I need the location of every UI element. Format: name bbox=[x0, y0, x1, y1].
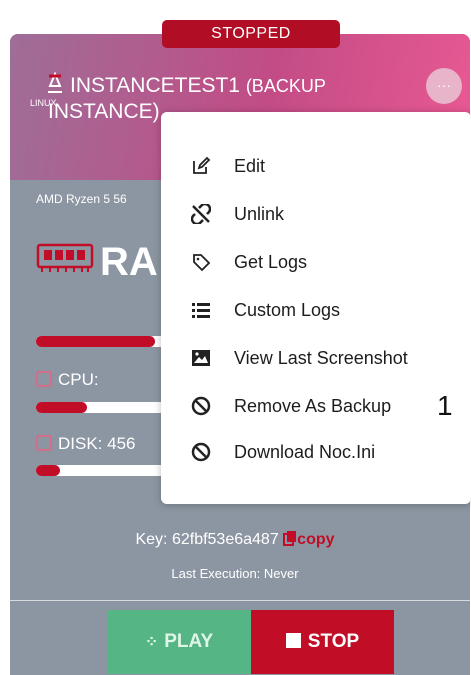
ban-icon bbox=[189, 394, 213, 418]
cpu-icon bbox=[36, 371, 52, 387]
disk-label: DISK: 456 bbox=[58, 434, 136, 453]
menu-item-label: Remove As Backup bbox=[234, 395, 392, 416]
cpu-bar-fill bbox=[36, 402, 87, 413]
stop-label: STOP bbox=[307, 631, 360, 652]
cpu-model: AMD Ryzen 5 56 bbox=[36, 192, 127, 206]
menu-item-label: Edit bbox=[234, 155, 266, 176]
menu-item-edit[interactable]: Edit bbox=[161, 143, 471, 189]
ram-icon bbox=[36, 243, 94, 272]
edit-icon bbox=[189, 154, 213, 178]
menu-item-unlink[interactable]: Unlink bbox=[161, 191, 471, 237]
copy-label: copy bbox=[297, 531, 335, 548]
menu-item-label: Get Logs bbox=[234, 251, 308, 272]
instance-name-line2: INSTANCE) bbox=[48, 100, 160, 123]
linux-icon bbox=[48, 72, 62, 93]
key-line: Key: 62fbf53e6a487 copy bbox=[0, 530, 470, 549]
list-icon bbox=[189, 298, 213, 322]
spinner-icon: ⁘ bbox=[144, 634, 159, 651]
unlink-icon bbox=[189, 202, 213, 226]
instance-name: INSTANCETEST1 (BACKUP bbox=[70, 72, 440, 100]
instance-name-suffix: (BACKUP bbox=[245, 76, 326, 96]
menu-item-label: Unlink bbox=[234, 203, 285, 224]
copy-link[interactable]: copy bbox=[283, 531, 335, 548]
ram-bar-fill bbox=[36, 336, 155, 347]
disk-icon bbox=[36, 435, 52, 451]
annotation-marker: 1 bbox=[437, 390, 453, 421]
menu-item-view-last-screenshot[interactable]: View Last Screenshot bbox=[161, 335, 471, 381]
last-execution: Last Execution: Never bbox=[171, 566, 299, 581]
disk-metric: DISK: 456 bbox=[36, 434, 136, 454]
status-badge: STOPPED bbox=[162, 20, 340, 48]
play-label: PLAY bbox=[164, 631, 214, 652]
ram-bar bbox=[36, 336, 166, 347]
cpu-bar bbox=[36, 402, 166, 413]
menu-item-label: View Last Screenshot bbox=[234, 347, 408, 368]
disk-bar bbox=[36, 465, 166, 476]
disk-bar-fill bbox=[36, 465, 60, 476]
more-options-button[interactable]: ··· bbox=[426, 68, 462, 104]
copy-icon bbox=[283, 531, 297, 546]
key-value: Key: 62fbf53e6a487 bbox=[135, 531, 279, 548]
play-button[interactable]: ⁘ PLAY bbox=[107, 610, 251, 674]
cpu-label: CPU: bbox=[58, 370, 99, 389]
menu-item-download-noc-ini[interactable]: Download Noc.Ini bbox=[161, 429, 471, 475]
menu-item-label: Download Noc.Ini bbox=[234, 441, 376, 462]
menu-item-custom-logs[interactable]: Custom Logs bbox=[161, 287, 471, 333]
menu-item-get-logs[interactable]: Get Logs bbox=[161, 239, 471, 285]
menu-item-remove-as-backup[interactable]: Remove As Backup bbox=[161, 383, 471, 429]
stop-button[interactable]: STOP bbox=[251, 610, 394, 674]
menu-item-label: Custom Logs bbox=[234, 299, 341, 320]
stop-icon bbox=[285, 633, 301, 648]
cpu-metric: CPU: bbox=[36, 370, 99, 390]
ram-label: RA bbox=[100, 240, 158, 284]
instance-name-main: INSTANCETEST1 bbox=[70, 74, 240, 97]
image-icon bbox=[189, 346, 213, 370]
ban-icon bbox=[189, 440, 213, 464]
context-menu: Edit Unlink Get Logs Custom Logs View La… bbox=[161, 112, 471, 504]
tag-icon bbox=[189, 250, 213, 274]
